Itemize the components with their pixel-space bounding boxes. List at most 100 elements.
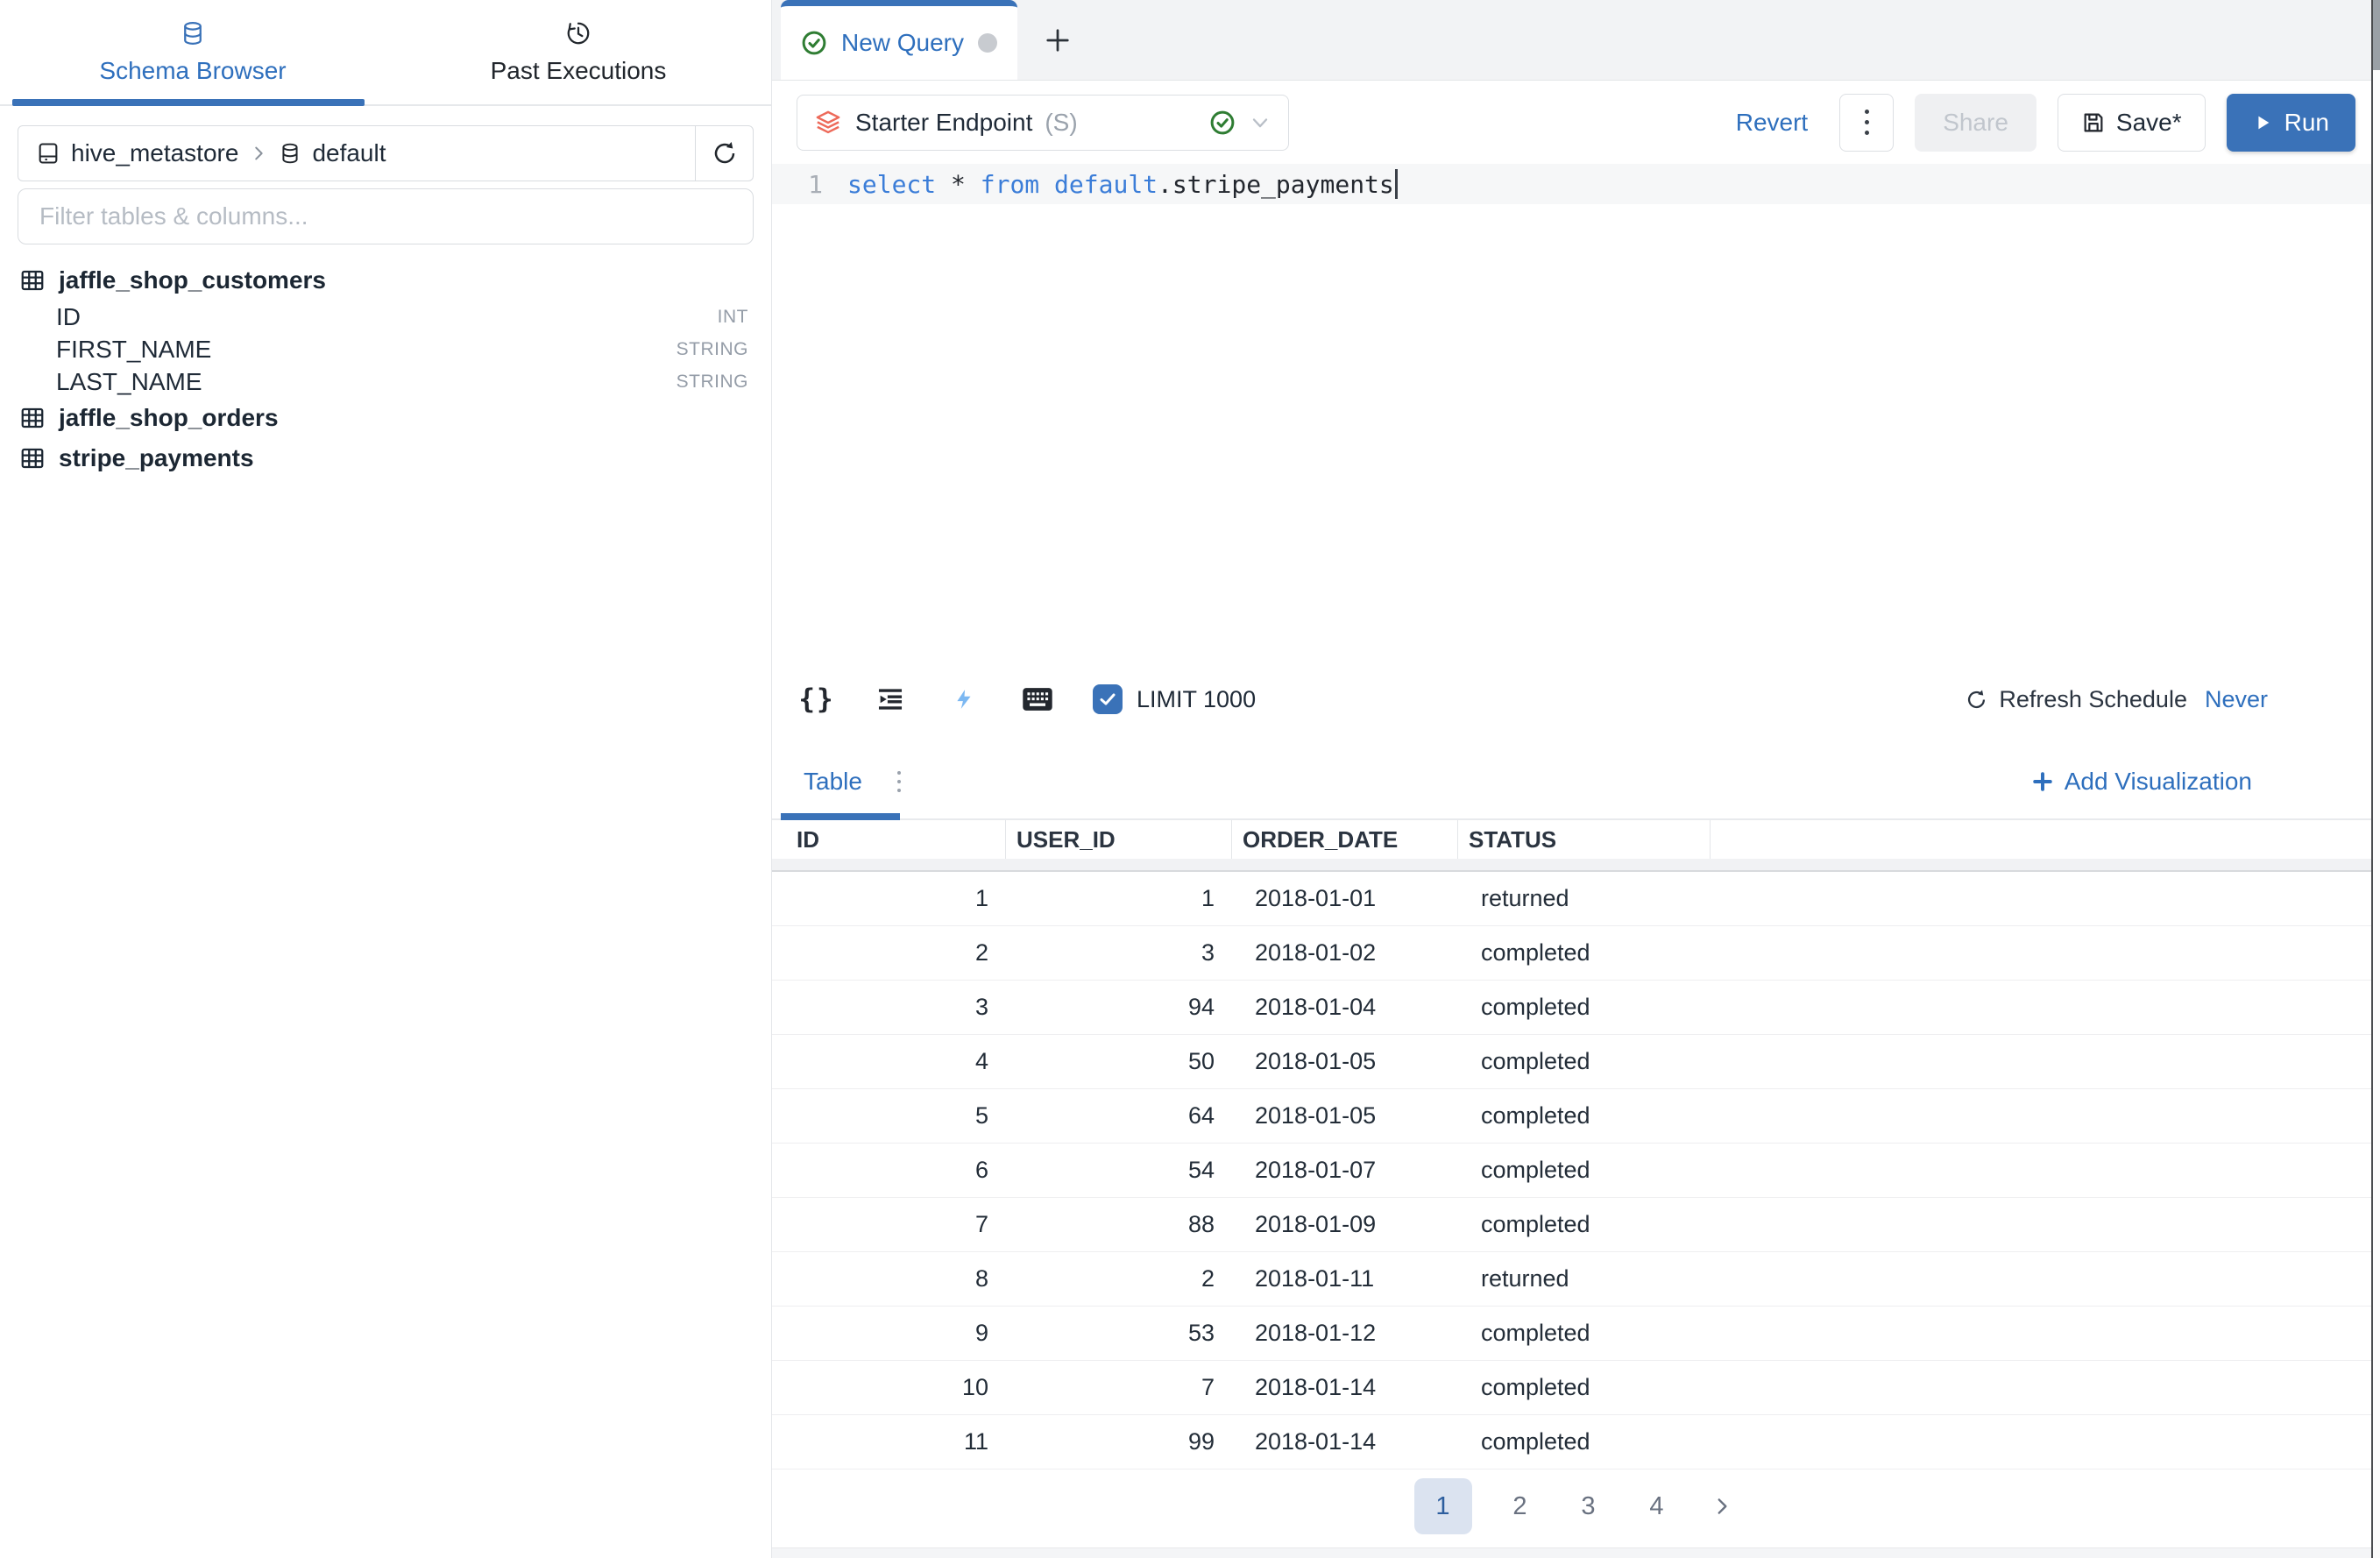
breadcrumb[interactable]: hive_metastore default [18,139,695,167]
tree-column-last-name[interactable]: LAST_NAME STRING [19,365,752,398]
main-pane: New Query Starter Endpoint ( [772,0,2380,1558]
table-row: 10 7 2018-01-14 completed [772,1361,2380,1415]
unsaved-dot [978,33,997,53]
plus-icon [1042,25,1073,56]
results-panel: Table Add Visualization ID USER_ID ORDER… [772,724,2380,1558]
text-cursor [1395,169,1398,199]
share-button[interactable]: Share [1915,94,2036,152]
cell-user-id: 50 [1006,1048,1232,1075]
filter-tables-input[interactable] [18,188,754,244]
cell-status: returned [1458,1265,1711,1292]
refresh-schedule-value[interactable]: Never [2205,686,2268,713]
table-row: 2 3 2018-01-02 completed [772,926,2380,981]
revert-button[interactable]: Revert [1736,109,1808,137]
refresh-icon [712,140,738,166]
cell-id: 7 [772,1211,1006,1238]
kebab-dot [897,789,901,792]
table-row: 7 88 2018-01-09 completed [772,1198,2380,1252]
save-button[interactable]: Save* [2058,94,2206,152]
column-type: INT [718,307,752,328]
tab-new-query[interactable]: New Query [781,0,1017,80]
save-floppy-icon [2081,110,2106,135]
indent-icon [875,684,905,714]
cell-user-id: 54 [1006,1157,1232,1184]
database-icon [180,20,206,46]
keyboard-shortcuts-button[interactable] [1019,686,1056,712]
schema-breadcrumb: hive_metastore default [18,125,754,181]
sql-active-line[interactable]: 1 select * from default.stripe_payments [772,164,2380,204]
table-row: 3 94 2018-01-04 completed [772,981,2380,1035]
table-row: 9 53 2018-01-12 completed [772,1307,2380,1361]
cell-status: completed [1458,1374,1711,1401]
header-scroll-strip [772,859,2380,872]
sidebar: Schema Browser Past Executions [0,0,772,1558]
column-name: FIRST_NAME [56,336,211,364]
cell-user-id: 99 [1006,1428,1232,1455]
visualization-menu-button[interactable] [892,766,906,797]
new-tab-button[interactable] [1017,0,1098,80]
cell-order-date: 2018-01-04 [1232,994,1458,1021]
sidebar-tabs: Schema Browser Past Executions [0,0,771,106]
breadcrumb-schema[interactable]: default [312,139,386,167]
endpoint-select[interactable]: Starter Endpoint (S) [797,95,1289,151]
play-icon [2253,113,2272,132]
sql-editor[interactable]: 1 select * from default.stripe_payments [772,164,2380,675]
limit-toggle[interactable]: LIMIT 1000 [1093,684,1256,714]
sql-token: from [981,170,1054,199]
run-button[interactable]: Run [2227,94,2355,152]
table-row: 5 64 2018-01-05 completed [772,1089,2380,1144]
tab-table-visualization[interactable]: Table [804,768,862,796]
tree-column-first-name[interactable]: FIRST_NAME STRING [19,333,752,365]
cell-user-id: 7 [1006,1374,1232,1401]
page-button-3[interactable]: 3 [1569,1478,1609,1534]
column-header-status[interactable]: STATUS [1458,820,1711,859]
page-button-4[interactable]: 4 [1637,1478,1677,1534]
scrollbar-thumb[interactable] [2373,0,2380,70]
run-button-label: Run [2284,109,2329,137]
column-header-user-id[interactable]: USER_ID [1006,820,1232,859]
add-visualization-button[interactable]: Add Visualization [2030,768,2252,796]
more-actions-button[interactable] [1839,94,1894,152]
column-type: STRING [676,372,752,393]
sql-token: stripe_payments [1172,170,1394,199]
query-tabbar: New Query [772,0,2380,81]
tree-table-jaffle-shop-orders[interactable]: jaffle_shop_orders [19,398,752,438]
save-button-label: Save* [2116,109,2182,137]
limit-label: LIMIT 1000 [1137,686,1256,713]
tree-column-id[interactable]: ID INT [19,301,752,333]
refresh-schedule-icon [1965,688,1988,712]
sql-query-editor-app: Schema Browser Past Executions [0,0,2380,1558]
cell-status: completed [1458,1428,1711,1455]
window-scrollbar[interactable] [2371,0,2380,1558]
autocomplete-button[interactable] [946,686,982,712]
page-button-2[interactable]: 2 [1500,1478,1541,1534]
cell-user-id: 64 [1006,1102,1232,1130]
plus-icon [2030,769,2055,794]
table-name: stripe_payments [59,444,254,472]
page-button-1[interactable]: 1 [1414,1478,1472,1534]
next-page-button[interactable] [1705,1495,1739,1518]
table-name: jaffle_shop_orders [59,404,279,432]
pagination: 1 2 3 4 [772,1471,2380,1541]
tab-schema-browser[interactable]: Schema Browser [0,0,386,104]
breadcrumb-catalog[interactable]: hive_metastore [71,139,238,167]
column-header-order-date[interactable]: ORDER_DATE [1232,820,1458,859]
tree-table-jaffle-shop-customers[interactable]: jaffle_shop_customers [19,260,752,301]
column-header-id[interactable]: ID [772,820,1006,859]
cell-order-date: 2018-01-14 [1232,1428,1458,1455]
tab-past-executions[interactable]: Past Executions [386,0,771,104]
keyboard-icon [1022,686,1053,712]
limit-checkbox[interactable] [1093,684,1123,714]
refresh-schema-button[interactable] [695,126,753,181]
tree-table-stripe-payments[interactable]: stripe_payments [19,438,752,478]
cell-status: returned [1458,885,1711,912]
sidebar-tab-label: Past Executions [491,57,667,85]
table-row: 6 54 2018-01-07 completed [772,1144,2380,1198]
format-code-button[interactable]: {} [798,683,835,715]
indent-button[interactable] [872,684,909,714]
cell-id: 5 [772,1102,1006,1130]
cell-status: completed [1458,1320,1711,1347]
cell-status: completed [1458,1211,1711,1238]
cell-user-id: 88 [1006,1211,1232,1238]
cell-status: completed [1458,1048,1711,1075]
